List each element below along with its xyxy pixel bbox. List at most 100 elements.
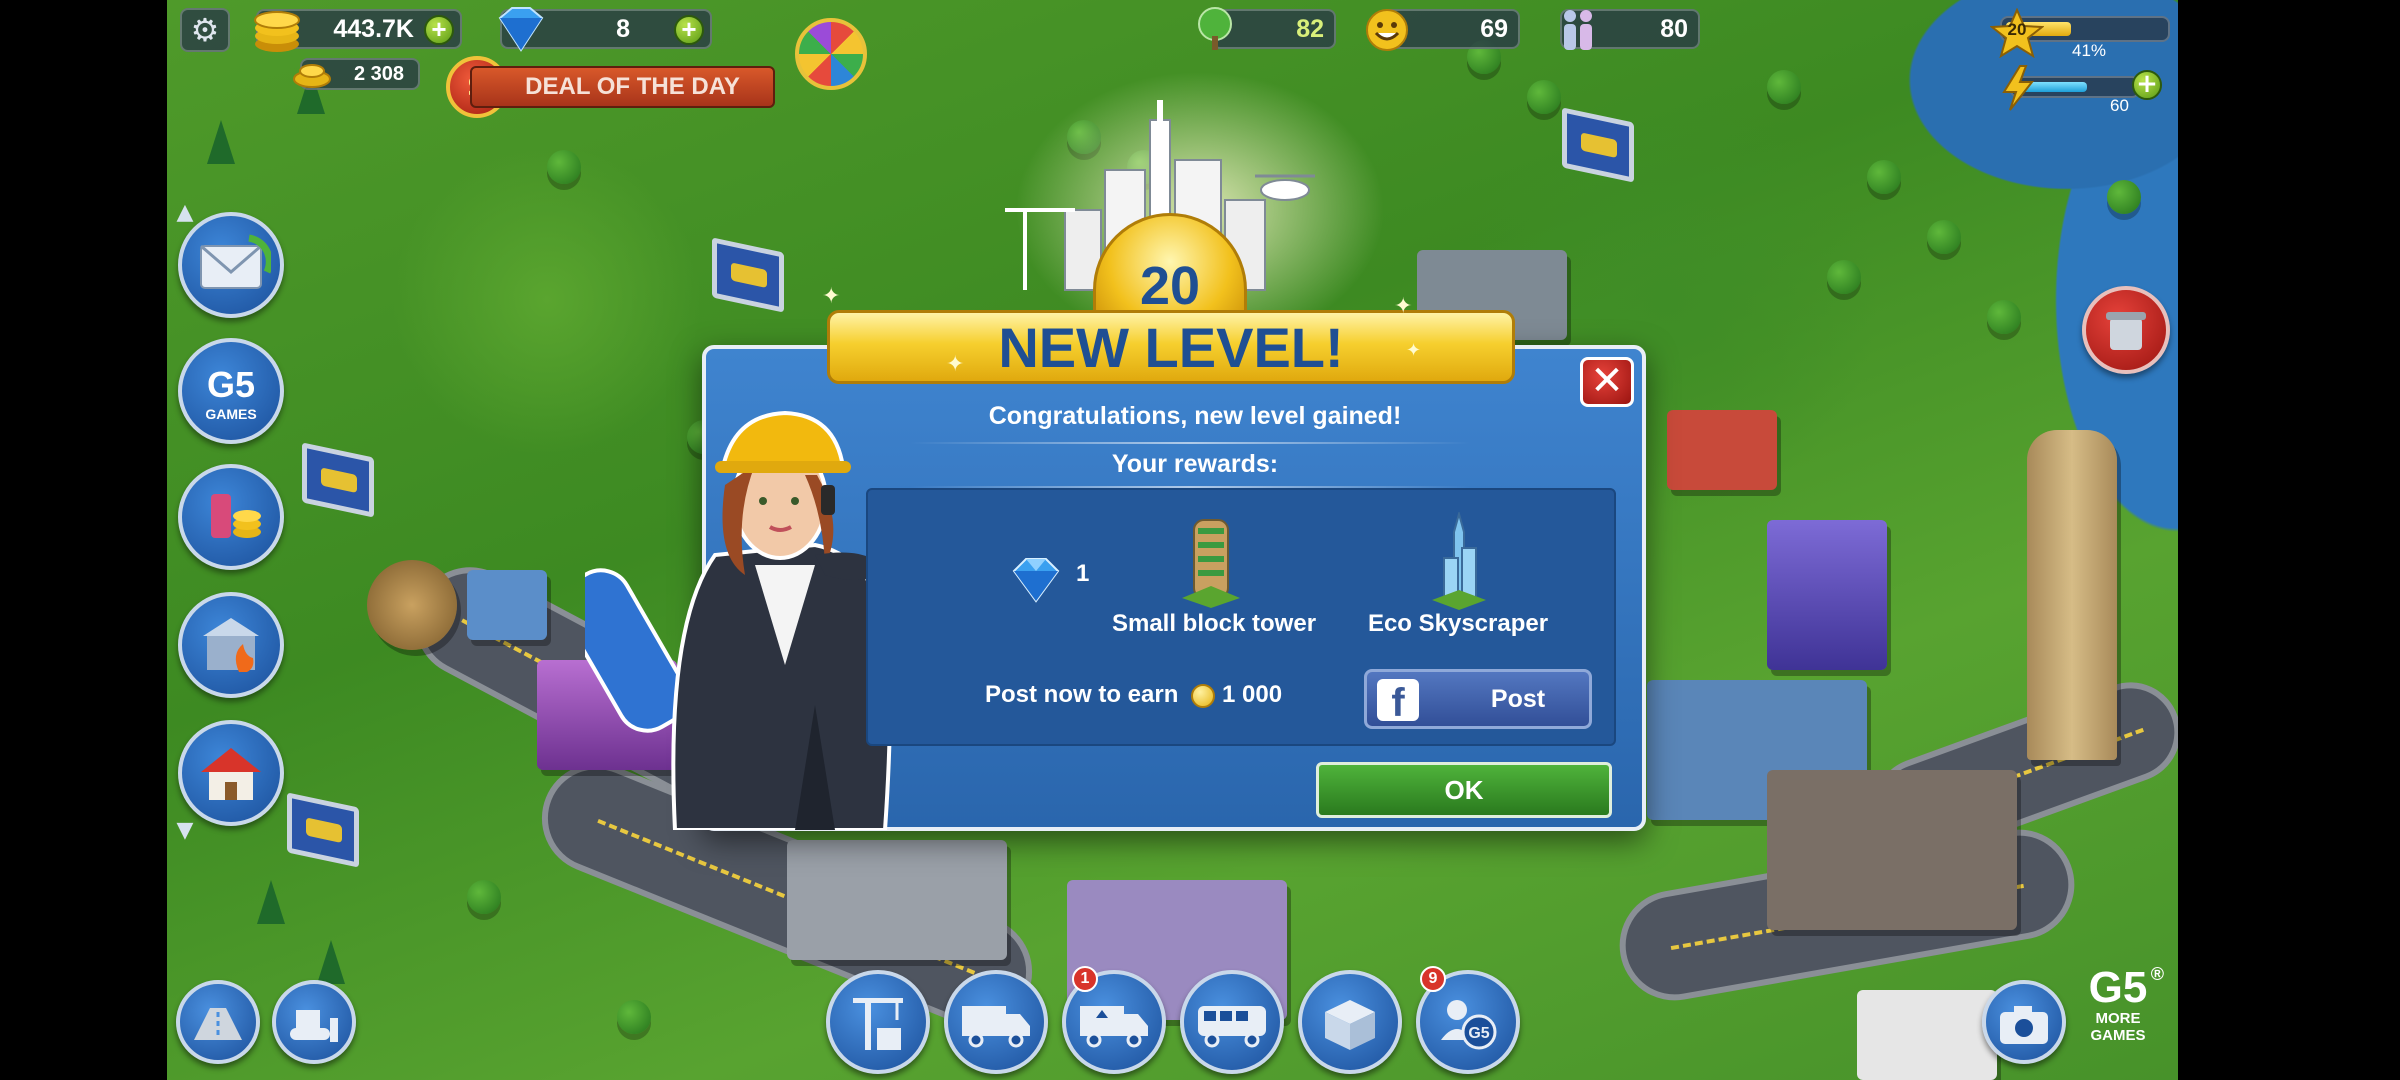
letterbox-left (0, 0, 167, 1080)
shops-building[interactable] (787, 840, 1007, 960)
more-games-button[interactable]: G5 ® MORE GAMES (2068, 964, 2168, 1044)
hospital-building[interactable] (1857, 990, 1997, 1080)
coin-stack-icon (254, 11, 300, 52)
deal-of-the-day-button[interactable]: DEAL OF THE DAY (470, 66, 775, 108)
tree (1987, 300, 2021, 334)
pine-tree (317, 940, 345, 984)
smiley-icon (1366, 9, 1408, 51)
oil-plant[interactable] (1767, 770, 2017, 930)
camera-icon (2000, 1006, 2048, 1044)
billboard[interactable] (1562, 107, 1634, 183)
tree (1527, 80, 1561, 114)
post-button-label: Post (1490, 685, 1546, 713)
recycling-notification-badge: 1 (1072, 966, 1098, 992)
crane-icon (853, 998, 903, 1050)
services-button[interactable] (178, 592, 284, 698)
shop-goods-icon (211, 494, 261, 538)
tree (2107, 180, 2141, 214)
population-value: 80 (1660, 14, 1688, 43)
facebook-icon: f (1377, 679, 1419, 725)
billboard[interactable] (302, 442, 374, 518)
recycling-truck-icon (1080, 1006, 1148, 1048)
truck-icon (962, 1006, 1030, 1048)
coin-icon (1191, 684, 1215, 708)
construction-button[interactable] (826, 970, 930, 1074)
lucky-wheel-icon[interactable] (795, 18, 867, 90)
road-tool-button[interactable] (176, 980, 260, 1064)
envelope-icon (200, 234, 273, 289)
happiness-value: 69 (1480, 14, 1508, 43)
sparkle-icon: ✦ (1394, 294, 1413, 319)
scroll-up-arrow-icon[interactable]: ▲ (172, 200, 198, 226)
road-icon (194, 1008, 242, 1040)
pine-tree (207, 120, 235, 164)
post-reward-amount: 1 000 (1222, 681, 1283, 708)
facebook-post-button[interactable]: f Post (1364, 669, 1592, 729)
eco-skyscraper-icon (1432, 512, 1486, 610)
mail-button[interactable] (178, 212, 284, 318)
bulldozer-icon (290, 1010, 338, 1042)
fire-station-icon (203, 618, 259, 672)
housing-button[interactable] (178, 720, 284, 826)
g5-games-sublabel: GAMES (205, 406, 257, 422)
letterbox-right (2178, 0, 2400, 1080)
sparkle-icon: ✦ (1406, 340, 1422, 361)
tree (1767, 70, 1801, 104)
gem-reward-count: 1 (1076, 560, 1090, 587)
billboard[interactable] (287, 792, 359, 868)
player-level-value: 20 (2007, 20, 2027, 39)
open-box-icon (1325, 1000, 1375, 1050)
tree (1867, 160, 1901, 194)
population-icon (1564, 10, 1592, 50)
gem-reward-icon (1012, 558, 1060, 603)
bus-icon (1198, 1006, 1266, 1048)
friends-notification-badge: 9 (1420, 966, 1446, 992)
add-energy-button[interactable]: + (2132, 70, 2162, 100)
tree-icon (1198, 7, 1232, 50)
energy-value: 60 (2110, 96, 2129, 115)
small-block-tower-icon (1182, 519, 1240, 608)
congratulations-text: Congratulations, new level gained! (988, 402, 1402, 430)
add-coins-button[interactable]: + (424, 15, 454, 45)
tree (1927, 220, 1961, 254)
your-rewards-label: Your rewards: (1111, 450, 1279, 478)
statue-building[interactable] (367, 560, 457, 650)
svg-text:G5: G5 (1468, 1025, 1489, 1042)
pine-tree (257, 880, 285, 924)
settings-gear-icon[interactable]: ⚙ (180, 8, 230, 52)
post-to-earn-text: Post now to earn (985, 681, 1179, 708)
office-building[interactable] (467, 570, 547, 640)
shop-button[interactable] (178, 464, 284, 570)
barn-building[interactable] (1667, 410, 1777, 490)
small-block-tower-label: Small block tower (1111, 610, 1317, 637)
friends-g5-icon: G5 (1441, 1000, 1497, 1050)
trees-value: 82 (1296, 14, 1324, 43)
xp-percent: 41% (2072, 41, 2107, 60)
sparkle-icon: ✦ (946, 352, 965, 377)
bulldozer-button[interactable] (272, 980, 356, 1064)
inventory-box-button[interactable] (1298, 970, 1402, 1074)
tree (617, 1000, 651, 1034)
billboard[interactable] (712, 237, 784, 313)
coins-value: 443.7K (333, 14, 414, 43)
add-gems-button[interactable]: + (674, 15, 704, 45)
close-dialog-button[interactable]: ✕ (1580, 357, 1634, 407)
house-icon (201, 748, 261, 800)
scroll-down-arrow-icon[interactable]: ▼ (172, 818, 198, 844)
gems-value: 8 (616, 14, 630, 43)
g5-logo-text: G5 (206, 364, 256, 405)
small-coins-value: 2 308 (353, 62, 404, 85)
cinema-building[interactable] (1767, 520, 1887, 670)
delivery-truck-button[interactable] (944, 970, 1048, 1074)
bus-button[interactable] (1180, 970, 1284, 1074)
g5-games-button[interactable]: G5 GAMES (178, 338, 284, 444)
camera-button[interactable] (1982, 980, 2066, 1064)
clock-tower[interactable] (2027, 430, 2117, 760)
trash-bin-button[interactable] (2082, 286, 2170, 374)
trash-bin-icon (2106, 312, 2146, 350)
ok-button[interactable]: OK (1316, 762, 1612, 818)
tree (547, 150, 581, 184)
lightning-icon (2002, 65, 2035, 111)
more-games-label: MORE GAMES (2090, 1010, 2146, 1044)
tree (467, 880, 501, 914)
